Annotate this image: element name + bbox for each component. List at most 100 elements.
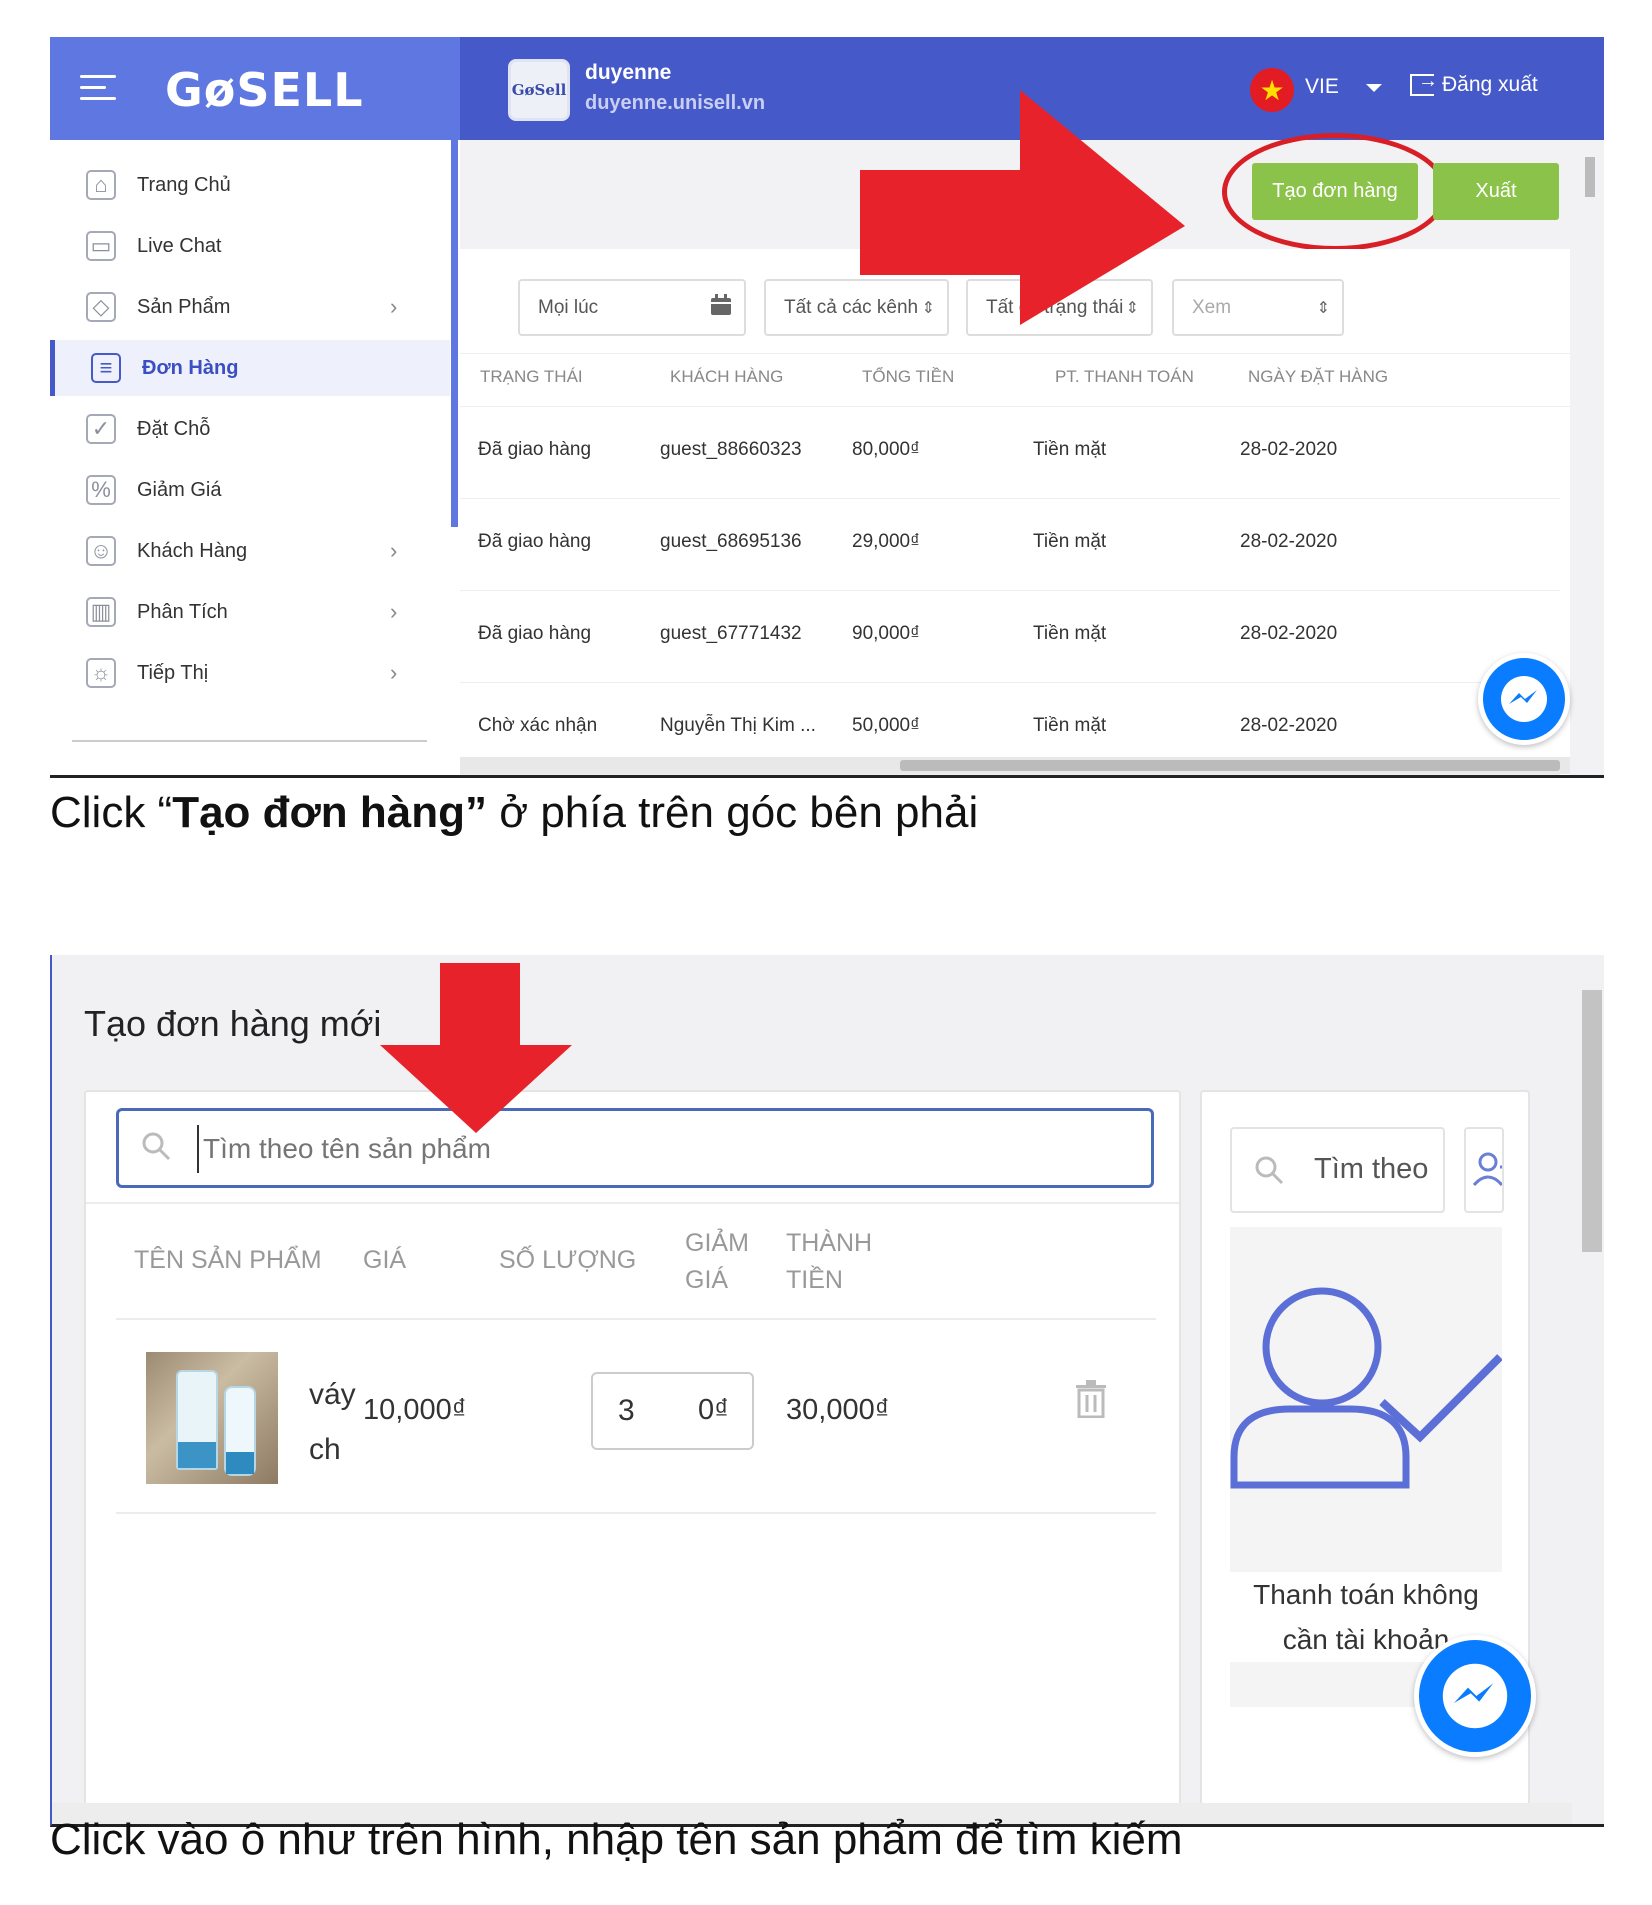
table-cell: guest_88660323 [660, 439, 802, 460]
sidebar-item-label: Khách Hàng [137, 539, 248, 562]
header-price: GIÁ [363, 1246, 407, 1274]
logout-icon [1410, 70, 1438, 96]
logout-button[interactable]: Đăng xuất [1410, 70, 1538, 97]
sidebar-item-1[interactable]: ▭ Live Chat [50, 218, 450, 274]
sidebar-item-8[interactable]: ☼ Tiếp Thị › [50, 645, 450, 701]
chevron-right-icon: › [390, 294, 398, 319]
customer-search-field[interactable]: Tìm theo [1230, 1127, 1445, 1213]
table-cell: 28-02-2020 [1240, 623, 1338, 644]
vertical-scrollbar[interactable] [1582, 147, 1598, 747]
sidebar-item-2[interactable]: ◇ Sản Phẩm › [50, 279, 450, 335]
shop-name: duyenne [585, 61, 672, 84]
sidebar-item-label: Phân Tích [137, 600, 228, 623]
sidebar-item-3[interactable]: ≡ Đơn Hàng [50, 340, 450, 396]
red-arrow-right-icon [860, 90, 1185, 325]
table-row[interactable]: Đã giao hàng guest_67771432 90,000₫ Tiền mặ… [460, 591, 1560, 683]
home-icon: ⌂ [86, 170, 116, 200]
header-discount: GIẢM GIÁ [685, 1229, 749, 1294]
add-user-icon [1472, 1152, 1502, 1187]
vietnam-flag-icon[interactable]: ★ [1250, 68, 1294, 112]
table-cell: 29,000₫ [852, 531, 920, 552]
date-filter[interactable]: Mọi lúc [518, 279, 746, 336]
sidebar-item-5[interactable]: % Giảm Giá [50, 462, 450, 518]
screenshot-create-order-page: Tạo đơn hàng mới TÊN SẢN PHẨM GIÁ SỐ LƯỢ… [50, 955, 1604, 1827]
table-cell: Nguyễn Thị Kim ... [660, 715, 816, 736]
chevron-right-icon: › [390, 599, 398, 624]
orders-card: Mọi lúc Tất cả các kênh ⇕ Tất cả trạng t… [460, 249, 1570, 775]
table-cell: 50,000₫ [852, 715, 920, 736]
vertical-scrollbar[interactable] [1580, 960, 1604, 1800]
order-icon: ≡ [91, 353, 121, 383]
customers-icon: ☺ [86, 536, 116, 566]
table-cell: guest_67771432 [660, 623, 802, 644]
messenger-icon[interactable] [1478, 653, 1570, 745]
header-order-date: NGÀY ĐẶT HÀNG [1248, 367, 1389, 386]
sidebar-item-label: Đặt Chỗ [137, 417, 211, 440]
product-total: 30,000₫ [786, 1394, 890, 1426]
calendar-check-icon: ✓ [86, 414, 116, 444]
table-cell: 80,000₫ [852, 439, 920, 460]
header-status: TRẠNG THÁI [480, 367, 583, 386]
quantity-input[interactable]: 3 [591, 1372, 754, 1450]
gosell-logo: GøSELL [165, 63, 364, 117]
messenger-icon[interactable] [1414, 1635, 1536, 1757]
sidebar-item-label: Tiếp Thị [137, 661, 209, 684]
table-cell: 28-02-2020 [1240, 531, 1338, 552]
language-selector[interactable]: VIE [1305, 75, 1339, 99]
sidebar-item-label: Giảm Giá [137, 478, 222, 501]
product-search-input[interactable] [197, 1125, 1097, 1173]
table-cell: 28-02-2020 [1240, 439, 1338, 460]
discount-icon: % [86, 475, 116, 505]
product-price: 10,000₫ [363, 1394, 467, 1426]
create-order-button[interactable]: Tạo đơn hàng [1252, 163, 1418, 220]
table-cell: Đã giao hàng [478, 531, 592, 552]
tag-icon: ◇ [86, 292, 116, 322]
trash-icon[interactable] [1076, 1380, 1106, 1418]
table-cell: 28-02-2020 [1240, 715, 1338, 736]
screenshot-orders-page: GøSELL GøSell duyenne duyenne.unisell.vn… [50, 37, 1604, 778]
table-cell: Tiền mặt [1033, 531, 1107, 552]
search-icon [1255, 1156, 1284, 1185]
sidebar-item-0[interactable]: ⌂ Trang Chủ [50, 157, 450, 213]
header-quantity: SỐ LƯỢNG [499, 1246, 637, 1274]
sidebar-item-label: Đơn Hàng [142, 356, 239, 379]
horizontal-scrollbar[interactable] [460, 757, 1570, 774]
lightbulb-icon: ☼ [86, 658, 116, 688]
search-icon [142, 1132, 171, 1161]
caption-step-1: Click “Tạo đơn hàng” ở phía trên góc bên… [50, 788, 979, 837]
chevron-right-icon: › [390, 538, 398, 563]
product-search-field[interactable] [116, 1108, 1154, 1188]
menu-icon[interactable] [80, 75, 116, 101]
table-cell: Tiền mặt [1033, 623, 1107, 644]
sidebar-item-label: Trang Chủ [137, 173, 231, 196]
sidebar-item-7[interactable]: ▥ Phân Tích › [50, 584, 450, 640]
table-cell: Chờ xác nhận [478, 715, 598, 736]
chevron-right-icon: › [390, 660, 398, 685]
product-discount: 0₫ [698, 1394, 730, 1426]
guest-checkout-panel[interactable]: Thanh toán không cần tài khoản [1230, 1227, 1502, 1707]
sidebar-divider [72, 740, 427, 742]
table-row[interactable]: Đã giao hàng guest_88660323 80,000₫ Tiền mặ… [460, 407, 1560, 499]
user-check-icon [1230, 1287, 1502, 1489]
table-cell: guest_68695136 [660, 531, 802, 552]
calendar-icon [710, 294, 732, 321]
page-title: Tạo đơn hàng mới [84, 1003, 382, 1044]
table-row[interactable]: Đã giao hàng guest_68695136 29,000₫ Tiền mặ… [460, 499, 1560, 591]
sidebar-item-6[interactable]: ☺ Khách Hàng › [50, 523, 450, 579]
add-customer-button[interactable] [1464, 1127, 1504, 1213]
logo-bar: GøSELL [50, 37, 460, 140]
sidebar-item-label: Live Chat [137, 234, 222, 257]
chevron-down-icon[interactable] [1366, 84, 1382, 92]
caption-step-2: Click vào ô như trên hình, nhập tên sản … [50, 1815, 1183, 1864]
table-cell: Đã giao hàng [478, 623, 592, 644]
product-card: TÊN SẢN PHẨM GIÁ SỐ LƯỢNG GIẢMGIÁ THÀNHT… [84, 1090, 1181, 1824]
header-total: TỔNG TIỀN [862, 367, 955, 386]
table-cell: Tiền mặt [1033, 439, 1107, 460]
sidebar-item-4[interactable]: ✓ Đặt Chỗ [50, 401, 450, 457]
sidebar-scrollbar[interactable] [451, 140, 458, 527]
red-arrow-down-icon [380, 963, 572, 1133]
sidebar: ⌂ Trang Chủ ▭ Live Chat ◇ Sản Phẩm › ≡ Đơn Hàng ✓… [50, 140, 460, 775]
table-cell: Đã giao hàng [478, 439, 592, 460]
shop-url: duyenne.unisell.vn [585, 92, 766, 114]
export-button[interactable]: Xuất [1433, 163, 1559, 220]
